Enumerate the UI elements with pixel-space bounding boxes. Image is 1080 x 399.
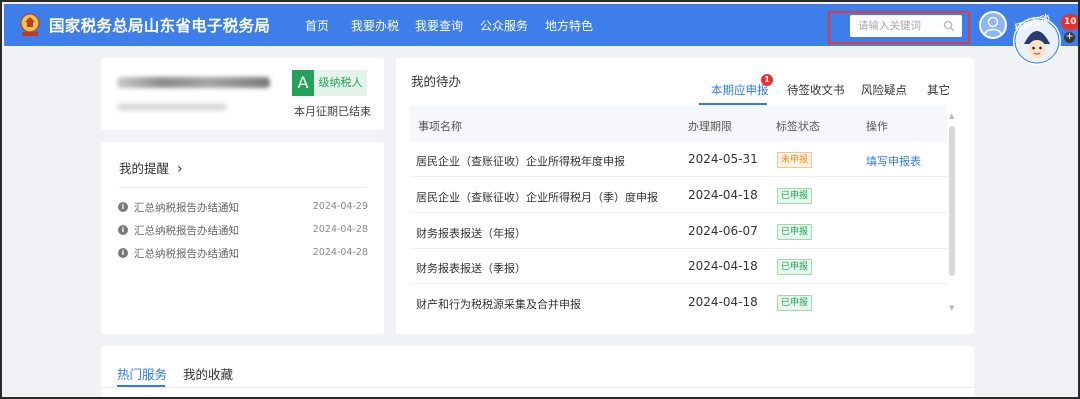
item-deadline: 2024-04-18	[688, 259, 758, 273]
reminders-title[interactable]: 我的提醒	[119, 161, 169, 176]
fill-declaration-link[interactable]: 填写申报表	[866, 153, 921, 169]
nav-local-features[interactable]: 地方特色	[545, 17, 593, 34]
tab-others[interactable]: 其它	[927, 82, 950, 98]
search-input[interactable]	[858, 19, 938, 33]
reminder-date: 2024-04-28	[312, 247, 368, 258]
user-avatar[interactable]	[979, 11, 1007, 39]
scroll-up-arrow-icon[interactable]: ▲	[949, 112, 954, 120]
table-header: 事项名称 办理期限 标签状态 操作	[410, 106, 947, 142]
table-row[interactable]: 居民企业（查账征收）企业所得税年度申报 2024-05-31 未申报 填写申报表	[410, 142, 947, 177]
scroll-down-arrow-icon[interactable]: ▼	[949, 304, 954, 312]
item-deadline: 2024-06-07	[688, 224, 758, 238]
info-icon: i	[118, 202, 128, 212]
chevron-right-icon[interactable]: ›	[177, 161, 183, 177]
tab-risk-points[interactable]: 风险疑点	[861, 82, 907, 98]
table-row[interactable]: 财产和行为税税源采集及合并申报 2024-04-18 已申报	[410, 285, 947, 320]
search-icon[interactable]	[943, 20, 955, 32]
page-frame: 国家税务总局山东省电子税务局 首页 我要办税 我要查询 公众服务 地方特色 请输…	[0, 0, 1080, 399]
status-badge: 已申报	[777, 224, 813, 240]
period-status-text: 本月征期已结束	[294, 105, 371, 118]
reminder-date: 2024-04-28	[312, 224, 368, 235]
tab-count-badge: 1	[761, 74, 773, 86]
item-name: 财务报表报送（年报）	[416, 227, 526, 240]
table-row[interactable]: 财务报表报送（年报） 2024-06-07 已申报	[410, 214, 947, 249]
tab-pending-documents[interactable]: 待签收文书	[787, 82, 845, 98]
services-card: 热门服务 我的收藏	[101, 346, 974, 397]
item-deadline: 2024-05-31	[688, 152, 758, 166]
site-title[interactable]: 国家税务总局山东省电子税务局	[49, 14, 270, 36]
divider	[101, 387, 974, 388]
table-row[interactable]: 居民企业（查账征收）企业所得税月（季）度申报 2024-04-18 已申报	[410, 178, 947, 213]
status-badge: 已申报	[777, 188, 813, 204]
nav-public-service[interactable]: 公众服务	[480, 17, 528, 34]
search-box[interactable]	[850, 15, 962, 37]
tab-current-declaration[interactable]: 本期应申报	[711, 82, 769, 98]
reminder-text[interactable]: 汇总纳税报告办结通知	[134, 246, 239, 261]
nav-handle-tax[interactable]: 我要办税	[351, 17, 399, 34]
item-deadline: 2024-04-18	[688, 188, 758, 202]
status-badge: 已申报	[777, 295, 813, 311]
user-icon	[984, 16, 1002, 35]
item-name: 财务报表报送（季报）	[416, 262, 526, 275]
nav-query[interactable]: 我要查询	[415, 17, 463, 34]
tax-emblem-icon[interactable]	[18, 12, 42, 38]
col-item-name: 事项名称	[418, 120, 462, 133]
nav-home[interactable]: 首页	[305, 17, 329, 34]
active-tab-underline	[699, 103, 767, 105]
reminders-title-link[interactable]: 我的提醒 ›	[119, 158, 183, 177]
reminder-text[interactable]: 汇总纳税报告办结通知	[134, 223, 239, 238]
plus-icon[interactable]: +	[1064, 32, 1075, 43]
col-deadline: 办理期限	[688, 120, 732, 133]
item-deadline: 2024-04-18	[688, 295, 758, 309]
taxpayer-name-redacted	[117, 77, 270, 88]
info-icon: i	[118, 225, 128, 235]
taxpayer-id-redacted	[117, 103, 227, 111]
item-name: 财产和行为税税源采集及合并申报	[416, 298, 581, 311]
col-action: 操作	[866, 120, 888, 133]
reminder-text[interactable]: 汇总纳税报告办结通知	[134, 200, 239, 215]
reminder-date: 2024-04-29	[312, 201, 368, 212]
status-badge: 已申报	[777, 259, 813, 275]
table-row[interactable]: 财务报表报送（季报） 2024-04-18 已申报	[410, 249, 947, 284]
credit-grade-letter: A	[292, 70, 314, 96]
top-navbar: 国家税务总局山东省电子税务局 首页 我要办税 我要查询 公众服务 地方特色 请输…	[4, 4, 1078, 65]
reminder-item[interactable]: i 汇总纳税报告办结通知 2024-04-29	[118, 200, 368, 216]
todo-title: 我的待办	[411, 74, 462, 89]
table-scrollbar[interactable]	[949, 126, 955, 276]
reminder-item[interactable]: i 汇总纳税报告办结通知 2024-04-28	[118, 246, 368, 262]
reminders-card: 我的提醒 › i 汇总纳税报告办结通知 2024-04-29 i 汇总纳税报告办…	[101, 142, 384, 334]
col-status: 标签状态	[776, 120, 820, 133]
status-badge: 未申报	[777, 152, 813, 168]
item-name: 居民企业（查账征收）企业所得税月（季）度申报	[416, 191, 658, 204]
tab-my-favorites[interactable]: 我的收藏	[183, 364, 233, 383]
todo-card: 我的待办 本期应申报 1 待签收文书 风险疑点 其它 事项名称 办理期限 标签状…	[396, 58, 974, 334]
credit-grade-label: 级纳税人	[314, 70, 367, 96]
divider	[119, 187, 367, 188]
tab-hot-services[interactable]: 热门服务	[117, 364, 167, 383]
reminder-item[interactable]: i 汇总纳税报告办结通知 2024-04-28	[118, 223, 368, 239]
notification-badge[interactable]: 10	[1061, 14, 1078, 30]
item-name: 居民企业（查账征收）企业所得税年度申报	[416, 155, 625, 168]
info-icon: i	[118, 248, 128, 258]
taxpayer-info-card: A 级纳税人 本月征期已结束	[101, 58, 384, 130]
